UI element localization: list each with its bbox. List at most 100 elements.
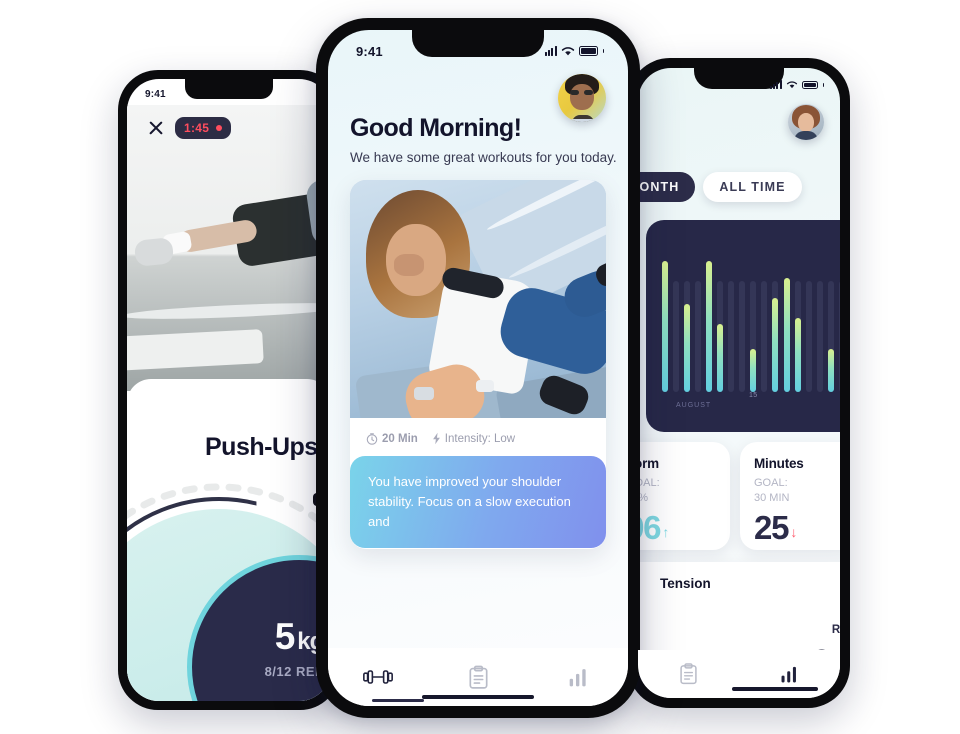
chart-bar-value (717, 323, 724, 392)
chart-bar (761, 250, 768, 392)
stat-goal: GOAL: 95% (638, 476, 716, 505)
status-bar (638, 68, 840, 96)
timer-value: 1:45 (184, 121, 210, 135)
resting-label: Resting (831, 624, 840, 636)
chart-bar (816, 250, 823, 392)
bolt-icon (432, 432, 440, 445)
stat-card-minutes[interactable]: Minutes GOAL: 30 MIN 25 ↓ (740, 442, 840, 550)
coach-note-card[interactable]: You have improved your shoulder stabilit… (350, 456, 606, 549)
page-title: Good Morning! (350, 114, 522, 142)
chart-bar-value (706, 261, 713, 392)
tab-stats[interactable] (528, 667, 628, 688)
segment-all-time[interactable]: ALL TIME (703, 172, 802, 202)
page-subtitle: We have some great workouts for you toda… (350, 150, 617, 165)
exercise-title: Push-Ups (205, 433, 318, 461)
weight-readout: 5 kg (192, 616, 331, 658)
phone-left: 9:41 1:45 Push-Ups 5 kg 8/12 REPS (118, 70, 340, 710)
record-dot-icon (216, 125, 223, 131)
stat-value-row: 96 ↑ (638, 511, 716, 544)
tab-bar (638, 650, 840, 698)
chart-bar (684, 250, 691, 392)
chart-bar-value (794, 318, 801, 392)
chart-bar (695, 250, 702, 392)
dumbbell-icon (363, 670, 393, 684)
phone-center-screen: 9:41 Good Morning! We have some great wo… (328, 30, 628, 706)
chart-month-label: AUGUST (676, 402, 712, 409)
stat-card-form[interactable]: Form GOAL: 95% 96 ↑ (638, 442, 730, 550)
chart-bar (783, 250, 790, 392)
chart-bar-track (673, 281, 680, 392)
mockup-stage: 9:41 1:45 Push-Ups 5 kg 8/12 REPS ONTH A… (0, 0, 960, 734)
stat-title: Minutes (754, 456, 804, 471)
clipboard-icon (468, 665, 488, 689)
chart-bar-value (827, 349, 834, 392)
stat-title: Form (638, 456, 659, 471)
chart-bar-value (783, 278, 790, 392)
signal-icon (545, 46, 557, 56)
avatar[interactable] (558, 74, 606, 122)
chart-bar (827, 250, 834, 392)
chart-x-axis: 15 31 AUGUST (646, 392, 840, 416)
chart-bar (717, 250, 724, 392)
stat-cards-row: Form GOAL: 95% 96 ↑ Minutes GOAL: 30 MIN (638, 442, 840, 550)
chart-bar (739, 250, 746, 392)
stat-goal-label: GOAL: (638, 477, 660, 489)
chart-bar-track (739, 281, 746, 392)
chart-bar (728, 250, 735, 392)
stat-goal-label: GOAL: (754, 477, 788, 489)
featured-workout-photo (350, 180, 606, 418)
clock-icon (366, 432, 378, 445)
workout-timer-pill: 1:45 (175, 117, 232, 139)
tab-plans[interactable] (638, 663, 739, 685)
intensity-text: Intensity: Low (444, 432, 516, 445)
chart-bar (794, 250, 801, 392)
chart-bar (662, 250, 668, 392)
time-range-segmented-control: MONTH ALL TIME (638, 172, 802, 202)
intensity-meta: Intensity: Low (432, 432, 515, 445)
tab-bar (328, 648, 628, 706)
active-tab-indicator (372, 699, 424, 702)
workout-topbar: 1:45 (127, 111, 331, 145)
stat-value: 96 (638, 509, 662, 547)
close-x-icon[interactable] (147, 120, 164, 137)
weight-value: 5 (274, 616, 296, 657)
home-indicator (732, 687, 818, 691)
stat-goal: GOAL: 30 MIN (754, 476, 840, 505)
featured-workout-meta: 20 Min Intensity: Low (366, 432, 590, 445)
bar-chart-icon (781, 666, 796, 682)
phone-center: 9:41 Good Morning! We have some great wo… (316, 18, 640, 718)
chart-bar-track (761, 281, 768, 392)
duration-text: 20 Min (382, 432, 418, 445)
x-tick-15: 15 (749, 392, 758, 399)
phone-right-screen: MONTH ALL TIME 15 31 AUGUST Form GOAL: 9… (638, 68, 840, 698)
signal-icon (770, 80, 782, 89)
chart-bar-track (695, 281, 702, 392)
status-indicators (545, 46, 604, 56)
avatar[interactable] (788, 104, 824, 140)
wifi-icon (561, 47, 574, 56)
bar-chart-icon (569, 668, 586, 686)
chart-bar-value (684, 303, 691, 392)
activity-bar-chart: 15 31 AUGUST (646, 220, 840, 432)
tab-workouts[interactable] (328, 668, 428, 686)
stat-value-row: 25 ↓ (754, 511, 840, 544)
arrow-down-icon: ↓ (790, 524, 798, 541)
arrow-up-icon: ↑ (662, 524, 670, 541)
status-bar: 9:41 (328, 30, 628, 64)
tab-stats[interactable] (739, 665, 840, 684)
stat-goal-value: 30 MIN (754, 491, 790, 504)
reps-counter: 8/12 REPS (264, 664, 331, 679)
chart-bar-track (805, 281, 812, 392)
chart-bar-track (838, 281, 840, 392)
status-time: 9:41 (356, 43, 383, 59)
chart-bar-track (816, 281, 823, 392)
tab-plans[interactable] (428, 665, 528, 690)
chart-plot-area (662, 250, 840, 392)
status-indicators (770, 80, 824, 89)
chart-bar (673, 250, 680, 392)
status-time: 9:41 (145, 88, 166, 100)
chart-bar (750, 250, 757, 392)
stat-title: Tension (660, 576, 711, 591)
chart-bar-track (728, 281, 735, 392)
segment-month[interactable]: MONTH (638, 172, 696, 202)
